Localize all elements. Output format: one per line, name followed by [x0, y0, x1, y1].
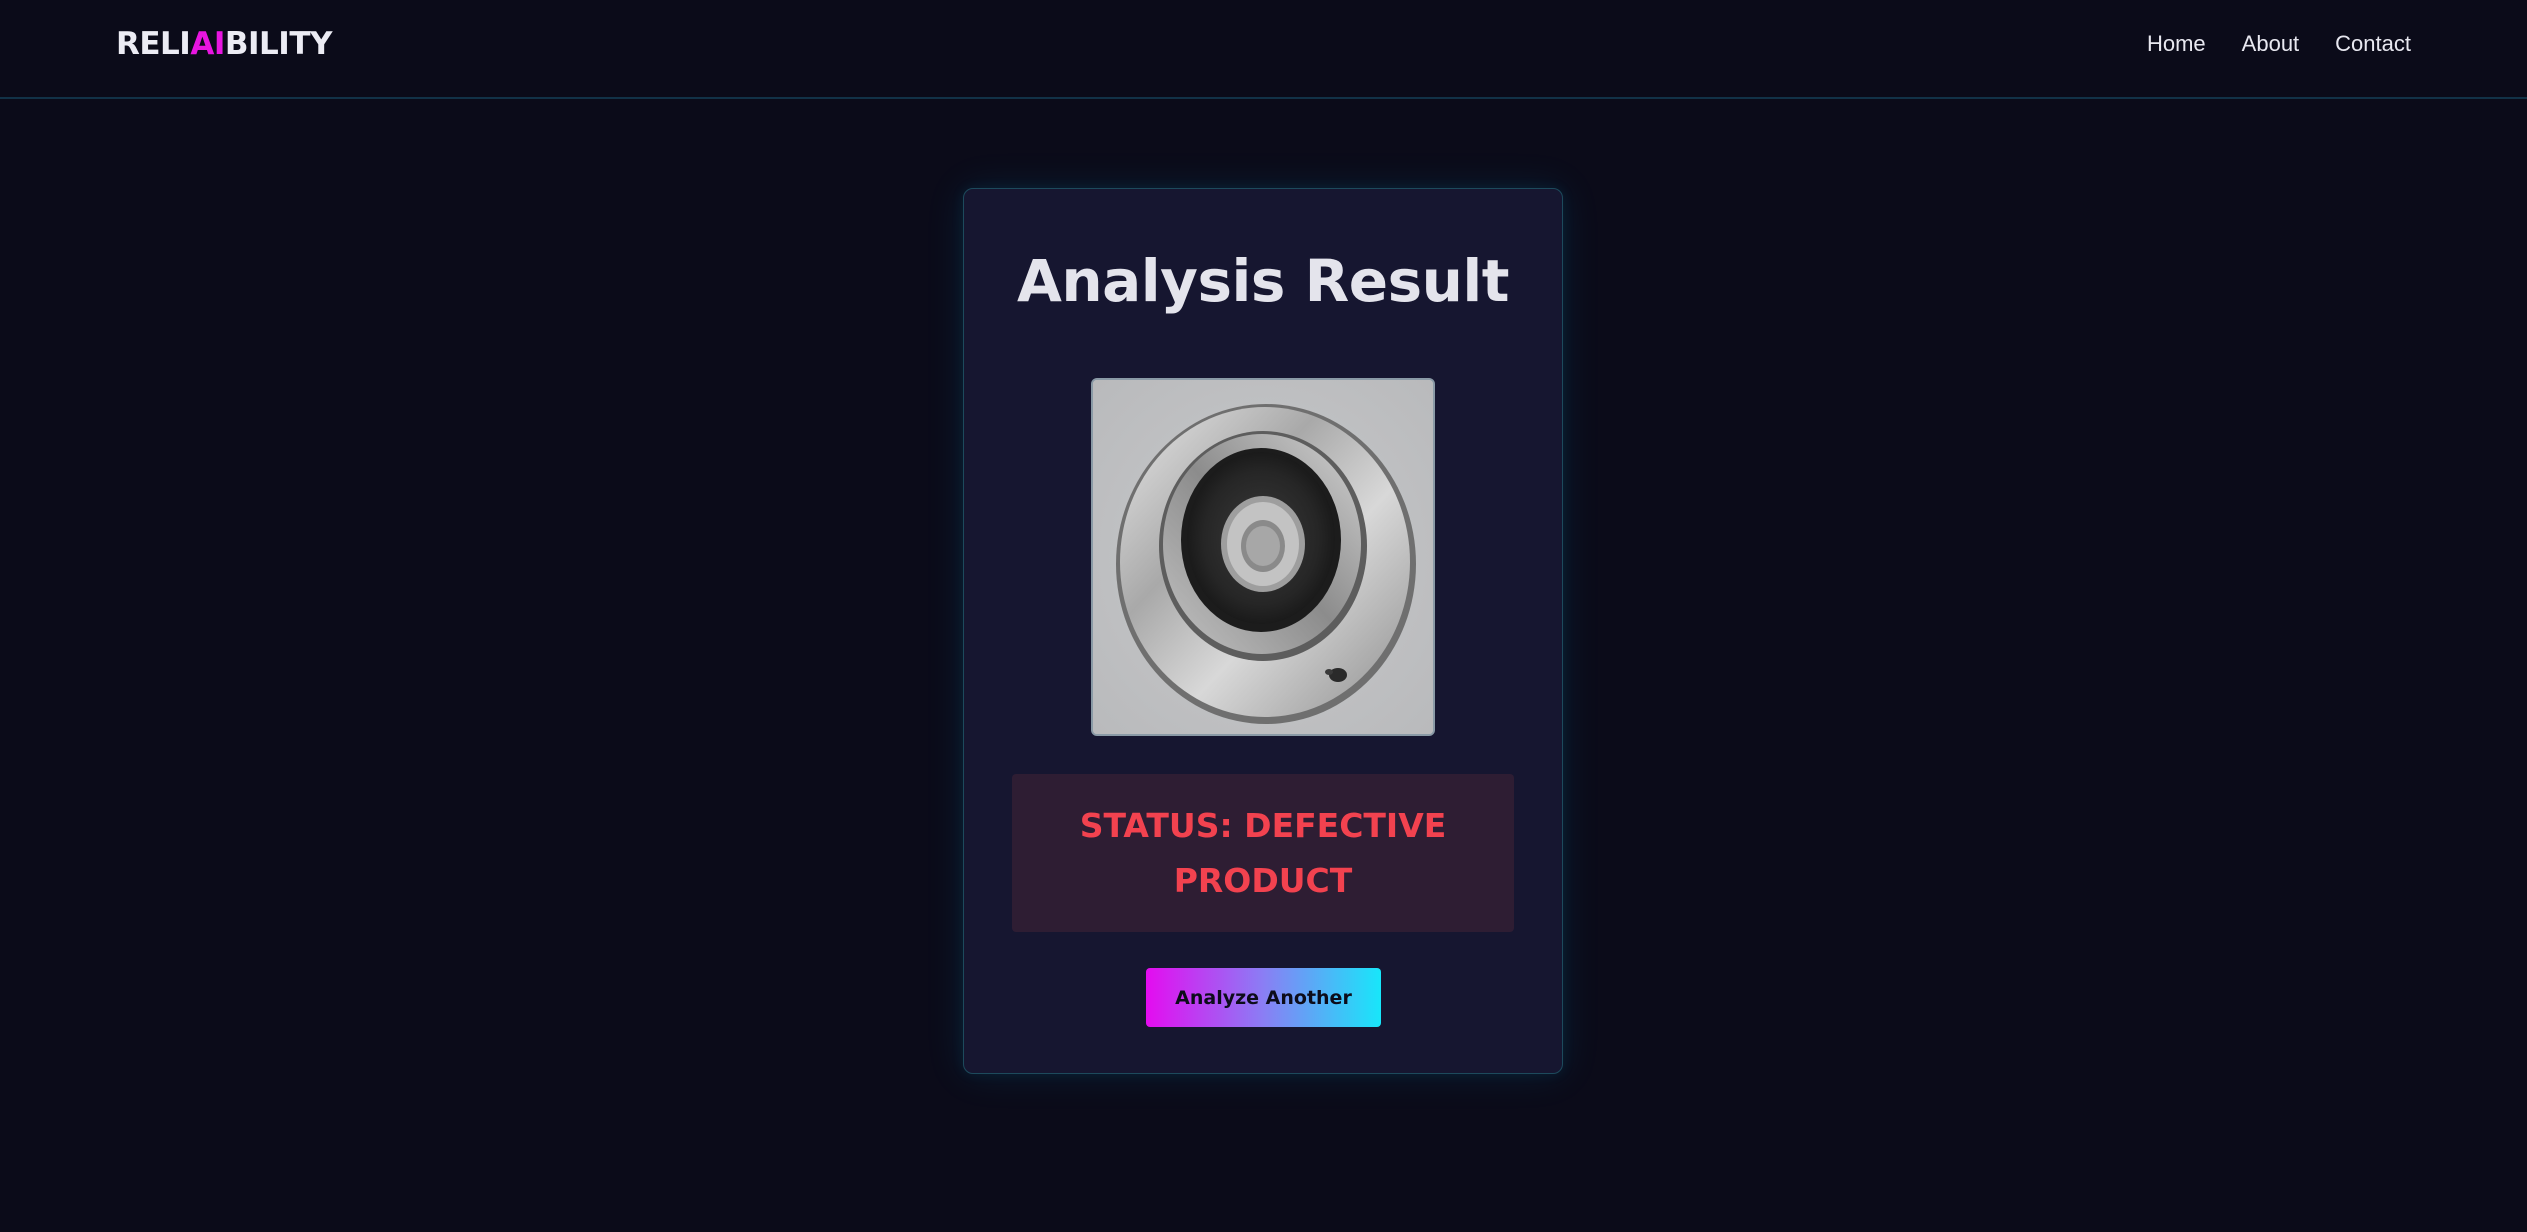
nav-contact-link[interactable]: Contact	[2335, 31, 2411, 57]
logo[interactable]: RELIAIBILITY	[116, 26, 332, 62]
status-badge: STATUS: DEFECTIVE PRODUCT	[1012, 774, 1514, 932]
analyze-another-button[interactable]: Analyze Another	[1146, 968, 1381, 1027]
logo-highlight: AI	[190, 26, 225, 62]
nav-links: Home About Contact	[2147, 31, 2411, 57]
navbar: RELIAIBILITY Home About Contact	[0, 0, 2527, 99]
product-image	[1091, 378, 1435, 736]
logo-prefix: RELI	[116, 26, 191, 62]
result-card: Analysis Result STATUS: DEFECTIVE PRODUC…	[963, 188, 1563, 1074]
page-title: Analysis Result	[1016, 247, 1510, 315]
logo-suffix: BILITY	[224, 26, 333, 62]
nav-about-link[interactable]: About	[2242, 31, 2300, 57]
status-text: STATUS: DEFECTIVE PRODUCT	[1079, 806, 1447, 900]
nav-home-link[interactable]: Home	[2147, 31, 2206, 57]
